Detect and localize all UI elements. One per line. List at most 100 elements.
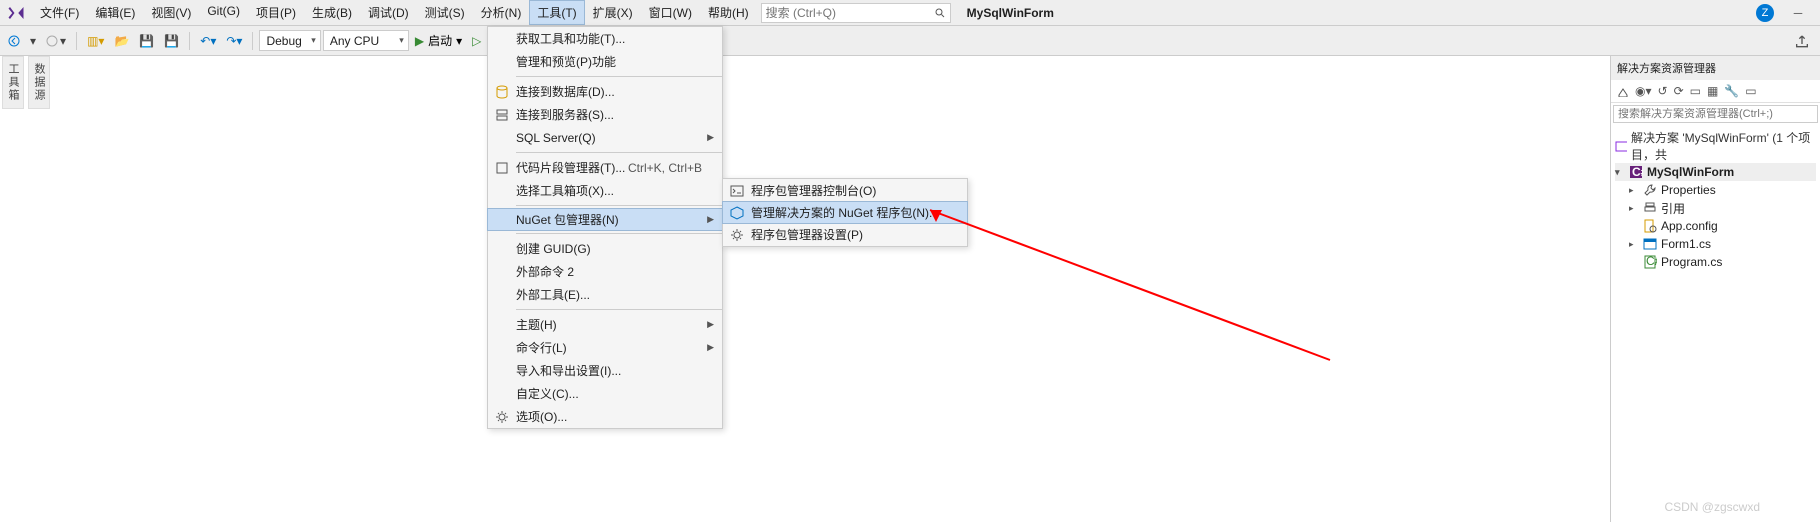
menuitem[interactable]: 选项(O)... [488,405,722,428]
explorer-search[interactable] [1613,105,1818,123]
tree-label: MySqlWinForm [1647,165,1734,179]
nav-back-icon[interactable] [4,33,24,49]
menuitem[interactable]: 获取工具和功能(T)... [488,27,722,50]
expand-icon[interactable]: ▸ [1629,239,1639,250]
form-icon [1643,237,1657,251]
menu-6[interactable]: 调试(D) [360,0,417,25]
quick-search-input[interactable] [766,6,934,20]
explorer-toolbar: ◉▾ ↺ ⟳ ▭ ▦ 🔧 ▭ [1611,80,1820,103]
menu-11[interactable]: 窗口(W) [641,0,700,25]
live-share-icon[interactable] [1794,34,1810,50]
menuitem[interactable]: NuGet 包管理器(N)▶ [487,208,723,231]
menuitem-label: 管理解决方案的 NuGet 程序包(N)... [751,204,947,221]
open-icon[interactable]: 📂 [110,32,133,50]
start-without-debug-icon[interactable]: ▷ [468,32,485,50]
tree-item[interactable]: ▸引用 [1615,199,1816,217]
toolbox-tab[interactable]: 工具箱 [2,56,24,109]
undo-icon[interactable]: ↶▾ [196,32,220,50]
menu-7[interactable]: 测试(S) [417,0,473,25]
minimize-button[interactable]: ─ [1784,3,1812,23]
save-icon[interactable]: 💾 [135,32,158,50]
datasources-tab[interactable]: 数据源 [28,56,50,109]
preview-icon[interactable]: ▭ [1745,84,1756,98]
svg-text:C#: C# [1632,165,1643,179]
csfile-icon: C# [1643,255,1657,269]
solution-label: 解决方案 'MySqlWinForm' (1 个项目，共 [1631,129,1816,163]
properties-icon[interactable]: 🔧 [1724,84,1739,98]
watermark: CSDN @zgscwxd [1664,500,1760,514]
gear-icon [488,410,516,424]
menu-2[interactable]: 视图(V) [143,0,199,25]
tree-item[interactable]: C# Program.cs [1615,253,1816,271]
explorer-search-input[interactable] [1618,108,1813,120]
save-all-icon[interactable]: 💾 [160,32,183,50]
srv-icon [488,108,516,122]
menu-9[interactable]: 工具(T) [529,0,584,25]
expand-icon[interactable]: ▸ [1629,203,1639,214]
home-icon[interactable] [1617,85,1629,97]
menu-8[interactable]: 分析(N) [473,0,530,25]
standard-toolbar: ▾ ▾ ▥▾ 📂 💾 💾 ↶▾ ↷▾ Debug Any CPU ▶ 启动 ▾ … [0,26,1820,56]
menuitem[interactable]: 管理和预览(P)功能 [488,50,722,73]
collapse-icon[interactable]: ▭ [1690,84,1701,98]
nuget-submenu: 程序包管理器控制台(O) 管理解决方案的 NuGet 程序包(N)... 程序包管理… [722,178,968,247]
menu-3[interactable]: Git(G) [199,0,248,25]
menuitem[interactable]: 导入和导出设置(I)... [488,359,722,382]
expand-icon[interactable]: ▸ [1629,185,1639,196]
play-icon: ▶ [415,34,424,48]
menuitem[interactable]: 外部工具(E)... [488,283,722,306]
user-avatar[interactable]: Z [1756,4,1774,22]
start-debug-button[interactable]: ▶ 启动 ▾ [411,32,466,49]
show-all-icon[interactable]: ▦ [1707,84,1718,98]
menuitem[interactable]: SQL Server(Q)▶ [488,126,722,149]
redo-icon[interactable]: ↷▾ [222,32,246,50]
new-icon[interactable]: ▥▾ [83,32,108,50]
menuitem[interactable]: 连接到服务器(S)... [488,103,722,126]
menuitem[interactable]: 外部命令 2 [488,260,722,283]
menu-12[interactable]: 帮助(H) [700,0,757,25]
cfg-icon [1643,219,1657,233]
tree-item[interactable]: ▸Form1.cs [1615,235,1816,253]
menuitem[interactable]: 自定义(C)... [488,382,722,405]
menuitem[interactable]: 连接到数据库(D)... [488,80,722,103]
menuitem-label: 获取工具和功能(T)... [516,30,702,47]
nav-circle-icon[interactable]: ▾ [42,32,70,50]
quick-search[interactable] [761,3,951,23]
solution-tree: 解决方案 'MySqlWinForm' (1 个项目，共 ▾ C# MySqlWin… [1611,125,1820,275]
menuitem-label: 命令行(L) [516,339,702,356]
menuitem-label: 连接到服务器(S)... [516,106,702,123]
tree-item[interactable]: ▸Properties [1615,181,1816,199]
tree-label: App.config [1661,219,1718,233]
sync-icon[interactable]: ↺ [1658,84,1668,98]
menu-1[interactable]: 编辑(E) [87,0,143,25]
config-combo[interactable]: Debug [259,30,320,51]
nav-fwd-icon[interactable]: ▾ [26,32,40,50]
menuitem[interactable]: 管理解决方案的 NuGet 程序包(N)... [722,201,968,224]
solution-node[interactable]: 解决方案 'MySqlWinForm' (1 个项目，共 [1615,129,1816,163]
menuitem[interactable]: 创建 GUID(G) [488,237,722,260]
menu-4[interactable]: 项目(P) [248,0,304,25]
menuitem[interactable]: 选择工具箱项(X)... [488,179,722,202]
submenu-arrow-icon: ▶ [702,214,714,225]
menuitem-label: 代码片段管理器(T)... [516,159,628,176]
menu-5[interactable]: 生成(B) [304,0,360,25]
menu-0[interactable]: 文件(F) [32,0,87,25]
menu-10[interactable]: 扩展(X) [585,0,641,25]
wrench-icon [1643,183,1657,197]
refresh-icon[interactable]: ⟳ [1674,84,1684,98]
tree-label: Program.cs [1661,255,1722,269]
menuitem[interactable]: 代码片段管理器(T)...Ctrl+K, Ctrl+B [488,156,722,179]
menuitem[interactable]: 程序包管理器控制台(O) [723,179,967,202]
menuitem[interactable]: 命令行(L)▶ [488,336,722,359]
platform-combo[interactable]: Any CPU [323,30,409,51]
search-icon [934,7,946,19]
tree-item[interactable]: App.config [1615,217,1816,235]
expand-icon[interactable]: ▾ [1615,167,1625,178]
menuitem-label: 程序包管理器设置(P) [751,226,947,243]
tree-item[interactable]: ▾ C# MySqlWinForm [1615,163,1816,181]
gear-icon [723,228,751,242]
menuitem[interactable]: 主题(H)▶ [488,313,722,336]
cs-icon: C# [1629,165,1643,179]
switch-views-icon[interactable]: ◉▾ [1635,84,1652,98]
menuitem[interactable]: 程序包管理器设置(P) [723,223,967,246]
